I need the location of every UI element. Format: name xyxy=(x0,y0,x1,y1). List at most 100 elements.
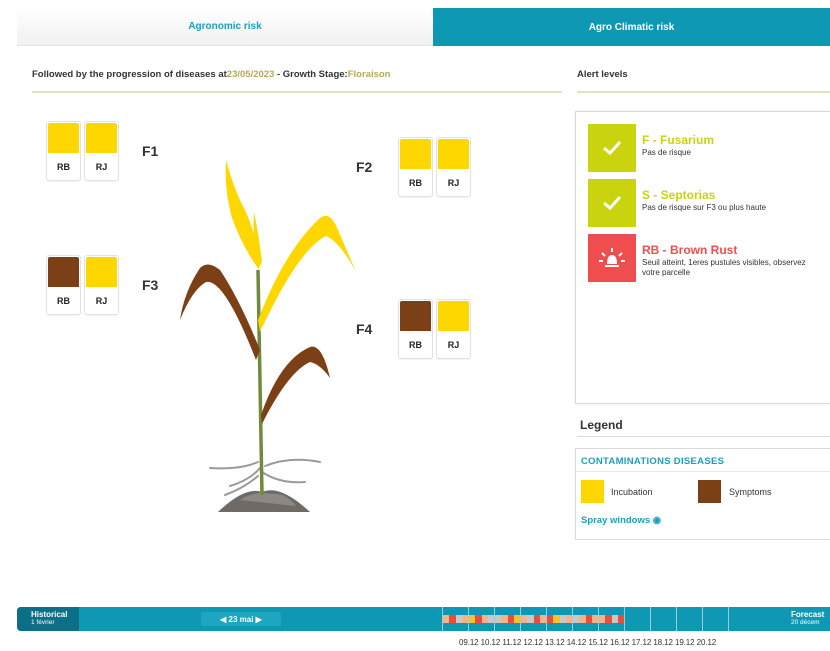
leaf-f2-rj-label: RJ xyxy=(447,178,460,188)
day-cell[interactable] xyxy=(468,607,494,631)
alert-fusarium-text: F - Fusarium Pas de risque xyxy=(642,124,822,172)
historical-date: 1 février xyxy=(31,619,55,626)
timeline-date: 11.12 xyxy=(502,638,522,647)
leaf-f4-rb-swatch xyxy=(400,301,431,331)
timeline-date: 13.12 xyxy=(545,638,565,647)
incubation-swatch xyxy=(581,480,604,503)
timeline-date-labels: 09.12 10.12 11.12 12.12 13.12 14.12 15.1… xyxy=(459,638,716,647)
leaf-f4-rj-card[interactable]: RJ xyxy=(436,299,471,359)
alert-fusarium[interactable]: F - Fusarium Pas de risque xyxy=(588,124,822,172)
risk-stripe xyxy=(573,615,598,623)
symptoms-label: Symptoms xyxy=(729,487,772,497)
leaf-f4-rj-swatch xyxy=(438,301,469,331)
spray-windows-label: Spray windows xyxy=(581,515,651,526)
historical-label: Historical xyxy=(31,610,68,619)
legend-panel: CONTAMINATIONS DISEASES Incubation Sympt… xyxy=(575,448,830,540)
historical-button[interactable]: Historical 1 février xyxy=(17,607,79,631)
leaf-f1-shape xyxy=(225,160,260,268)
leaf-f2-shape xyxy=(258,215,356,332)
risk-stripe xyxy=(495,615,520,623)
timeline-date: 16.12 xyxy=(610,638,630,647)
day-cell[interactable] xyxy=(728,607,754,631)
leaf-f3-rb-card[interactable]: RB xyxy=(46,255,81,315)
timeline-date: 09.12 xyxy=(459,638,479,647)
day-cell[interactable] xyxy=(494,607,520,631)
leaf-f3-shape xyxy=(180,264,260,360)
spray-windows-link[interactable]: Spray windows ◉ xyxy=(581,515,661,526)
leaf-f3-cards: RB RJ xyxy=(46,255,119,315)
tab-agro-climatic-risk[interactable]: Agro Climatic risk xyxy=(433,8,830,46)
alert-brown-rust-text: RB - Brown Rust Seuil atteint, 1eres pus… xyxy=(642,234,822,282)
alert-fusarium-desc: Pas de risque xyxy=(642,148,691,157)
leaf-f2-cards: RB RJ xyxy=(398,137,471,197)
alert-septorias[interactable]: S - Septorias Pas de risque sur F3 ou pl… xyxy=(588,179,822,227)
day-cell[interactable] xyxy=(520,607,546,631)
symptoms-swatch xyxy=(698,480,721,503)
alarm-icon xyxy=(588,234,636,282)
alert-levels-panel: F - Fusarium Pas de risque S - Septorias… xyxy=(575,111,830,404)
headline-prefix: Followed by the progression of diseases … xyxy=(32,69,227,80)
risk-stripe xyxy=(547,615,572,623)
timeline-date: 19.12 xyxy=(674,638,695,647)
leaf-f1-rj-card[interactable]: RJ xyxy=(84,121,119,181)
leaf-f3-rj-swatch xyxy=(86,257,117,287)
leaf-f3-label: F3 xyxy=(142,277,159,293)
risk-stripe xyxy=(469,615,494,623)
forecast-button[interactable]: Forecast 20 décem xyxy=(791,610,824,627)
timeline-date: 20.12 xyxy=(696,638,717,647)
eye-icon: ◉ xyxy=(652,515,662,526)
leaf-f3-rj-card[interactable]: RJ xyxy=(84,255,119,315)
forecast-label: Forecast xyxy=(791,610,825,619)
alert-divider xyxy=(577,91,830,93)
legend-divider xyxy=(577,436,830,437)
leaf-f1-label: F1 xyxy=(142,143,159,159)
day-cell[interactable] xyxy=(598,607,624,631)
day-cell[interactable] xyxy=(546,607,572,631)
leaf-f2-rb-label: RB xyxy=(409,178,422,188)
leaf-f4-rb-card[interactable]: RB xyxy=(398,299,433,359)
day-cell[interactable] xyxy=(442,607,468,631)
risk-tabs: Agronomic risk Agro Climatic risk xyxy=(17,8,830,46)
incubation-label: Incubation xyxy=(611,487,653,497)
alert-septorias-name: S - Septorias xyxy=(642,188,716,202)
day-cell[interactable] xyxy=(650,607,676,631)
leaf-f1-rj-swatch xyxy=(86,123,117,153)
leaf-f4-shape xyxy=(261,346,330,424)
tab-agronomic-risk[interactable]: Agronomic risk xyxy=(17,8,433,46)
risk-stripe xyxy=(443,615,468,623)
forecast-cells xyxy=(442,607,754,631)
alert-fusarium-name: F - Fusarium xyxy=(642,133,715,147)
leaf-f2-rb-card[interactable]: RB xyxy=(398,137,433,197)
check-icon xyxy=(588,179,636,227)
contaminations-title: CONTAMINATIONS DISEASES xyxy=(581,456,725,467)
leaf-f2-rj-card[interactable]: RJ xyxy=(436,137,471,197)
timeline-date: 12.12 xyxy=(523,638,543,647)
leaf-f1-rj-label: RJ xyxy=(95,162,108,172)
day-cell[interactable] xyxy=(624,607,650,631)
leaf-f1-rb-card[interactable]: RB xyxy=(46,121,81,181)
alert-septorias-text: S - Septorias Pas de risque sur F3 ou pl… xyxy=(642,179,822,227)
alert-brown-rust-desc: Seuil atteint, 1eres pustules visibles, … xyxy=(642,258,806,277)
day-cell[interactable] xyxy=(572,607,598,631)
growth-stage: Floraison xyxy=(347,69,391,80)
leaf-f3-rb-swatch xyxy=(48,257,79,287)
alert-brown-rust[interactable]: RB - Brown Rust Seuil atteint, 1eres pus… xyxy=(588,234,822,282)
legend-title: Legend xyxy=(580,418,623,432)
leaf-f1-cards: RB RJ xyxy=(46,121,119,181)
leaf-f3-rj-label: RJ xyxy=(95,296,108,306)
timeline-date: 10.12 xyxy=(480,638,501,647)
current-date-label: 23 mai xyxy=(228,614,254,624)
leaf-f3-rb-label: RB xyxy=(57,296,70,306)
wheat-plant-illustration xyxy=(180,160,356,512)
current-date-selector[interactable]: ◀ 23 mai ▶ xyxy=(201,612,281,626)
prev-arrow-icon[interactable]: ◀ xyxy=(220,615,228,624)
headline-middle: - Growth Stage: xyxy=(274,69,348,80)
leaf-f1-rb-swatch xyxy=(48,123,79,153)
headline-date: 23/05/2023 xyxy=(226,69,275,80)
leaf-f2-rb-swatch xyxy=(400,139,431,169)
next-arrow-icon[interactable]: ▶ xyxy=(253,615,262,624)
risk-stripe xyxy=(521,615,546,623)
timeline-bar: Historical 1 février ◀ 23 mai ▶ Forecast… xyxy=(17,607,830,631)
day-cell[interactable] xyxy=(702,607,728,631)
day-cell[interactable] xyxy=(676,607,702,631)
